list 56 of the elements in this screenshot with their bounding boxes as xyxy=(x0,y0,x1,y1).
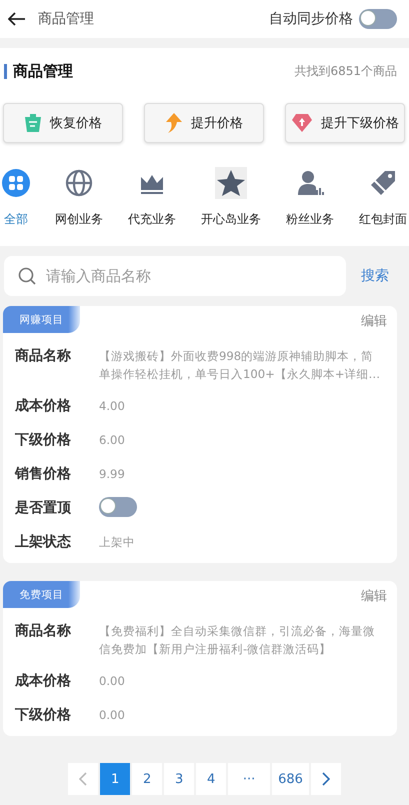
sync-toggle[interactable] xyxy=(359,9,397,29)
section-title: 商品管理 xyxy=(13,62,74,80)
field-label: 商品名称 xyxy=(15,622,72,641)
globe-icon xyxy=(65,169,93,197)
next-page-button[interactable] xyxy=(310,763,341,795)
page-button[interactable]: 4 xyxy=(196,763,226,795)
pin-toggle[interactable] xyxy=(99,497,137,517)
field-label: 商品名称 xyxy=(15,346,72,366)
diamond-icon xyxy=(291,113,313,133)
category-label: 网赚项目 xyxy=(3,306,80,333)
field-value: 0.00 xyxy=(99,707,125,724)
field-value: 【游戏搬砖】外面收费998的端游原神辅助脚本，简单操作轻松挂机，单号日入100+【永久脚本+详细… xyxy=(99,348,382,383)
action-button[interactable]: 提升下级价格 xyxy=(285,103,405,143)
category-tab[interactable]: 网创业务 xyxy=(55,167,103,228)
back-arrow-icon[interactable] xyxy=(8,12,26,26)
action-button[interactable]: 恢复价格 xyxy=(3,103,123,143)
tag-icon xyxy=(369,169,397,197)
field-value: 【免费福利】全自动采集微信群，引流必备，海量微信免费加【新用户注册福利-微信群激活码】 xyxy=(99,623,376,658)
field-label: 是否置顶 xyxy=(15,499,72,518)
category-label: 免费项目 xyxy=(3,581,80,608)
star-icon xyxy=(215,167,247,199)
chevron-left-icon xyxy=(79,772,88,786)
edit-link[interactable]: 编辑 xyxy=(361,587,387,605)
page-title: 商品管理 xyxy=(38,10,95,28)
arrow-up-icon xyxy=(165,112,183,134)
sync-label: 自动同步价格 xyxy=(269,10,353,28)
field-label: 成本价格 xyxy=(15,672,72,691)
page-button[interactable]: 686 xyxy=(272,763,309,795)
category-tab[interactable]: 红包封面 xyxy=(359,167,407,228)
field-value: 上架中 xyxy=(99,534,135,551)
field-value: 4.00 xyxy=(99,398,125,415)
field-value: 6.00 xyxy=(99,432,125,449)
field-label: 成本价格 xyxy=(15,397,72,416)
field-value: 0.00 xyxy=(99,673,125,690)
field-label: 销售价格 xyxy=(15,465,72,484)
category-tab[interactable]: 开心岛业务 xyxy=(201,167,261,228)
page-ellipsis: ··· xyxy=(228,763,270,795)
chevron-right-icon xyxy=(322,772,330,786)
field-label: 下级价格 xyxy=(15,431,72,450)
search-field[interactable]: 请输入商品名称 xyxy=(4,256,346,296)
field-value: 9.99 xyxy=(99,466,125,483)
product-count: 共找到6851个商品 xyxy=(294,62,397,80)
field-label: 下级价格 xyxy=(15,706,72,725)
category-tab[interactable]: 全部 xyxy=(2,167,30,228)
action-button[interactable]: 提升价格 xyxy=(144,103,264,143)
edit-link[interactable]: 编辑 xyxy=(361,312,387,330)
category-tab[interactable]: 粉丝业务 xyxy=(286,167,334,228)
trash-icon xyxy=(24,113,42,133)
category-tab[interactable]: 代充业务 xyxy=(128,167,176,228)
page-button[interactable]: 2 xyxy=(132,763,162,795)
search-icon xyxy=(18,267,36,285)
page-button[interactable]: 1 xyxy=(100,763,130,795)
search-link[interactable]: 搜索 xyxy=(361,267,389,285)
field-label: 上架状态 xyxy=(15,533,72,552)
page-button[interactable]: 3 xyxy=(164,763,194,795)
person-chart-icon xyxy=(296,169,324,197)
